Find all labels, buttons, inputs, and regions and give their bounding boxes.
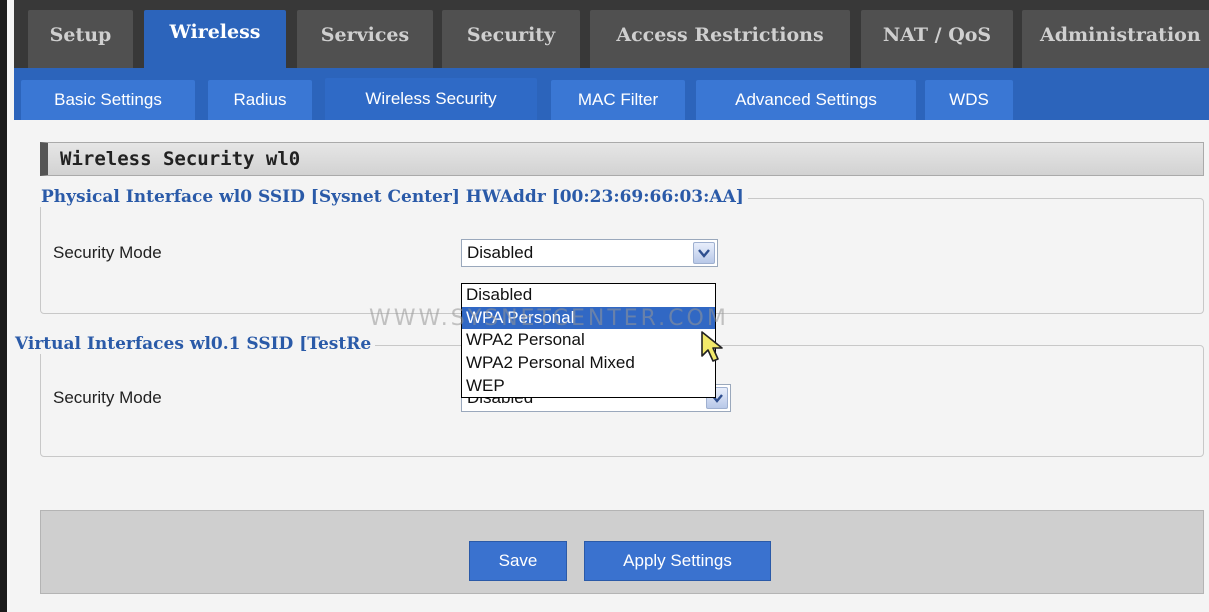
tab-services[interactable]: Services <box>297 10 433 68</box>
physical-interface-legend: Physical Interface wl0 SSID [Sysnet Cent… <box>37 187 748 207</box>
virtual-interface-legend: Virtual Interfaces wl0.1 SSID [TestRe <box>11 334 376 354</box>
virtual-security-mode-label: Security Mode <box>53 388 162 407</box>
option-wpa-personal[interactable]: WPA Personal <box>462 306 715 330</box>
option-disabled[interactable]: Disabled <box>462 284 715 307</box>
button-bar: Save Apply Settings <box>40 510 1204 594</box>
subtab-mac-filter[interactable]: MAC Filter <box>551 80 685 120</box>
section-title: Wireless Security wl0 <box>40 142 1204 176</box>
security-mode-dropdown-list: Disabled WPA Personal WPA2 Personal WPA2… <box>461 283 716 398</box>
top-navigation: Setup Wireless Services Security Access … <box>14 0 1209 68</box>
security-mode-label: Security Mode <box>53 243 162 262</box>
subtab-radius[interactable]: Radius <box>208 80 312 120</box>
tab-security[interactable]: Security <box>442 10 580 68</box>
apply-settings-button[interactable]: Apply Settings <box>584 541 771 581</box>
tab-setup[interactable]: Setup <box>28 10 133 68</box>
security-mode-select[interactable]: Disabled <box>461 239 718 267</box>
security-mode-value: Disabled <box>467 243 534 262</box>
tab-nat-qos[interactable]: NAT / QoS <box>861 10 1013 68</box>
content-area: Wireless Security wl0 Physical Interface… <box>11 120 1209 612</box>
hand-pointer-icon <box>699 330 729 368</box>
tab-wireless[interactable]: Wireless <box>144 10 286 68</box>
option-wep[interactable]: WEP <box>462 374 715 397</box>
subtab-wds[interactable]: WDS <box>925 80 1013 120</box>
tab-administration[interactable]: Administration <box>1022 10 1209 68</box>
tab-access-restrictions[interactable]: Access Restrictions <box>590 10 850 68</box>
subtab-advanced-settings[interactable]: Advanced Settings <box>696 80 916 120</box>
option-wpa2-personal-mixed[interactable]: WPA2 Personal Mixed <box>462 352 715 375</box>
chevron-down-icon[interactable] <box>693 242 715 264</box>
option-wpa2-personal[interactable]: WPA2 Personal <box>462 329 715 352</box>
save-button[interactable]: Save <box>469 541 567 581</box>
subtab-basic-settings[interactable]: Basic Settings <box>21 80 195 120</box>
subtab-wireless-security[interactable]: Wireless Security <box>325 78 537 120</box>
sub-navigation: Basic Settings Radius Wireless Security … <box>14 68 1209 120</box>
router-admin-window: Setup Wireless Services Security Access … <box>0 0 1209 612</box>
